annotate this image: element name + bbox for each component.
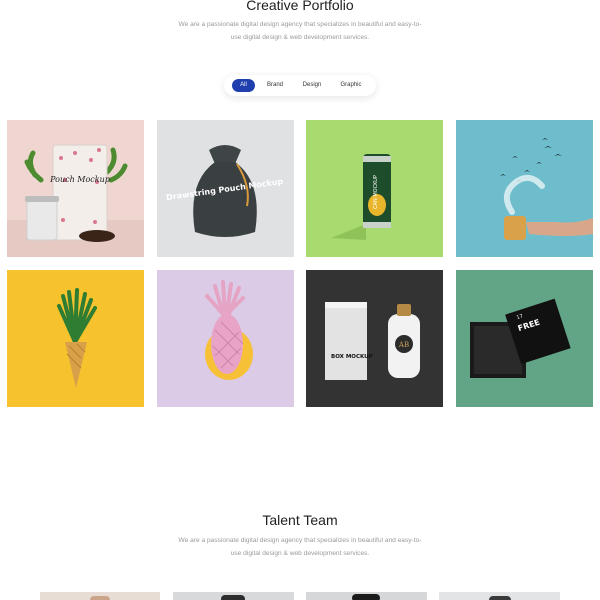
team-member-photo [352, 594, 380, 600]
portfolio-item-coffee-pouch[interactable]: Pouch Mockup [7, 120, 144, 257]
portfolio-item-mug-birds[interactable] [456, 120, 593, 257]
filter-brand[interactable]: Brand [260, 79, 290, 92]
pink-pineapple-image [205, 280, 253, 380]
portfolio-filter-bar: All Brand Design Graphic [224, 75, 376, 96]
portfolio-subtitle-line-1: We are a passionate digital design agenc… [178, 21, 422, 28]
team-subtitle-line-2: use digital design & web development ser… [230, 550, 370, 557]
portfolio-title: Creative Portfolio [246, 0, 354, 13]
filter-design[interactable]: Design [297, 79, 327, 92]
bottle-logo-text: AB [398, 341, 409, 349]
portfolio-item-free-box[interactable]: FREE 17 [456, 270, 593, 407]
team-subtitle-line-1: We are a passionate digital design agenc… [178, 537, 422, 544]
portfolio-item-box-bottle[interactable]: BOX MOCKUP AB [306, 270, 443, 407]
team-title: Talent Team [262, 512, 338, 528]
portfolio-item-pineapple-cone[interactable] [7, 270, 144, 407]
team-member-photo [489, 596, 511, 600]
box-bottle-image: BOX MOCKUP AB [325, 302, 420, 380]
pouch-label-text: Pouch Mockup [49, 175, 110, 184]
portfolio-subtitle: We are a passionate digital design agenc… [175, 18, 425, 44]
team-card-3[interactable] [306, 592, 427, 600]
team-member-photo [90, 596, 110, 600]
drawstring-pouch-image: Drawstring Pouch Mockup [166, 145, 284, 237]
free-box-image: FREE 17 [470, 298, 571, 378]
team-card-2[interactable] [173, 592, 294, 600]
team-card-4[interactable] [439, 592, 560, 600]
mug-birds-image [500, 138, 593, 240]
coffee-pouch-image: Pouch Mockup [7, 144, 144, 257]
portfolio-item-drawstring-pouch[interactable]: Drawstring Pouch Mockup [157, 120, 294, 257]
filter-all[interactable]: All [232, 79, 255, 92]
portfolio-subtitle-line-2: use digital design & web development ser… [230, 34, 370, 41]
team-card-1[interactable] [40, 592, 160, 600]
team-member-photo [221, 595, 245, 600]
portfolio-item-can[interactable]: CAN MOCKUP [306, 120, 443, 257]
pineapple-cone-image [57, 288, 97, 388]
can-mockup-image: CAN MOCKUP [331, 154, 391, 240]
box-mockup-text: BOX MOCKUP [331, 354, 373, 360]
portfolio-item-pink-pineapple[interactable] [157, 270, 294, 407]
can-label-text: CAN MOCKUP [373, 175, 379, 209]
filter-graphic[interactable]: Graphic [334, 79, 368, 92]
team-subtitle: We are a passionate digital design agenc… [175, 534, 425, 560]
